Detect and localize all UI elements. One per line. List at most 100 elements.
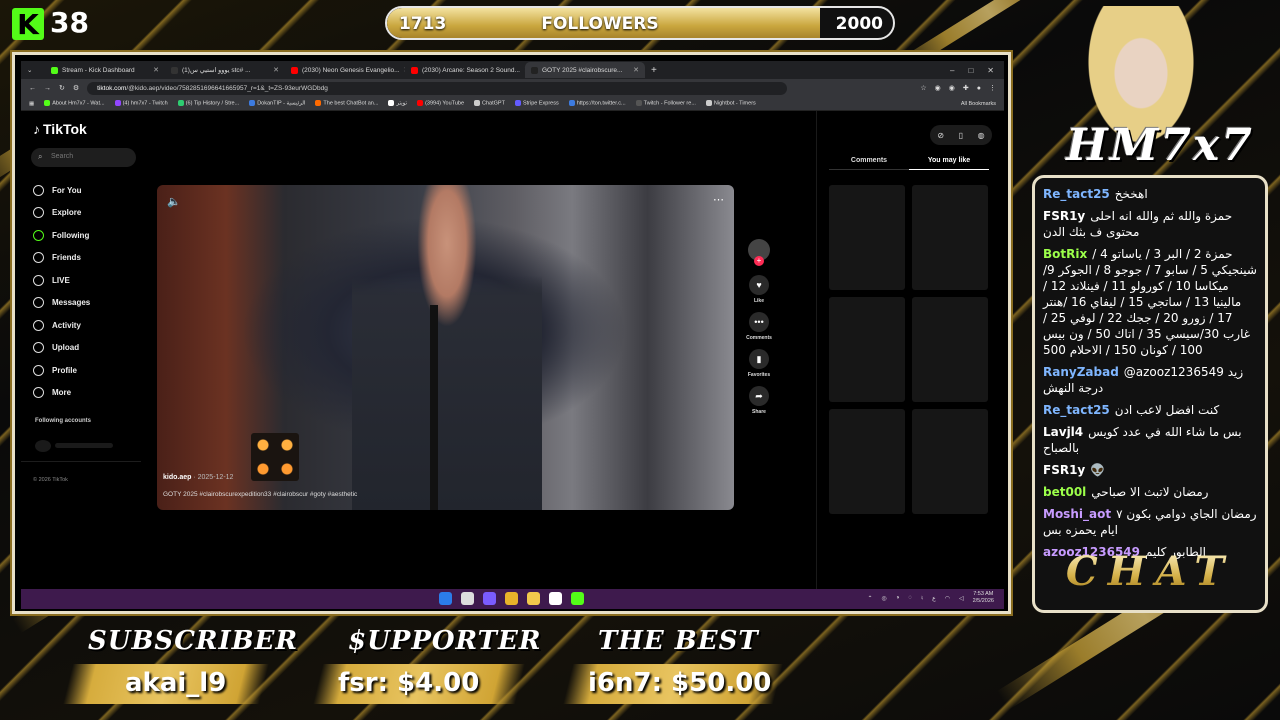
browser-tab[interactable]: (1)يووو استيي س stc# ... ✕ <box>165 62 285 78</box>
apps-grid-icon[interactable]: ▦ <box>29 101 34 107</box>
taskbar-app-icon[interactable] <box>571 592 584 605</box>
bookmark-star-icon[interactable]: ☆ <box>920 84 926 92</box>
url-path: /@kido.aep/video/7582851696641665957_r=1… <box>126 84 328 92</box>
creator-avatar[interactable]: + <box>748 239 770 266</box>
sidebar-item-activity[interactable]: Activity <box>33 314 143 337</box>
favorites-button[interactable]: ▮ Favorites <box>746 349 772 378</box>
bookmark-item[interactable]: The best ChatBot an... <box>315 100 378 107</box>
action-label: Favorites <box>747 372 771 378</box>
bookmark-label: Nightbot - Timers <box>713 100 756 107</box>
taskbar-app-icon[interactable] <box>483 592 496 605</box>
windows-taskbar: ⌃ ◎ ◑ ◌ ♮ ع ◠ ◁ 7:53 AM 2/5/2026 <box>21 589 1004 609</box>
bookmark-item[interactable]: About Hm7x7 - Wat... <box>44 100 105 107</box>
clock[interactable]: 7:53 AM 2/5/2026 <box>973 591 994 605</box>
wifi-icon[interactable]: ◠ <box>945 595 950 602</box>
all-bookmarks[interactable]: All Bookmarks <box>961 101 996 107</box>
share-button[interactable]: ➦ Share <box>746 386 772 415</box>
sidebar-item-messages[interactable]: Messages <box>33 292 143 315</box>
like-button[interactable]: ♥ Like <box>746 275 772 304</box>
taskbar-app-icon[interactable] <box>505 592 518 605</box>
maximize-button[interactable]: □ <box>968 66 973 75</box>
sidebar-item-more[interactable]: More <box>33 382 143 405</box>
taskbar-app-icon[interactable] <box>439 592 452 605</box>
supporter-label: $UPPORTER <box>348 626 542 656</box>
bookmark-label: https://ton.twitter.c... <box>576 100 626 107</box>
bookmark-item[interactable]: Stripe Express <box>514 100 559 107</box>
bookmark-item[interactable]: (6) Tip History / Stre... <box>177 100 239 107</box>
url-field[interactable]: tiktok.com/@kido.aep/video/7582851696641… <box>87 81 788 95</box>
coins-icon[interactable]: ⊘ <box>937 131 944 140</box>
tray-app-icon[interactable]: ◎ <box>882 595 887 602</box>
sidebar-item-profile[interactable]: Profile <box>33 359 143 382</box>
tab-close-icon[interactable]: ✕ <box>273 66 279 74</box>
bookmark-item[interactable]: تويتر <box>388 100 407 107</box>
new-tab-button[interactable]: + <box>645 62 663 78</box>
suggested-video-placeholder[interactable] <box>912 297 988 402</box>
search-input[interactable]: ⌕ Search <box>31 148 136 167</box>
volume-icon[interactable]: 🔈 <box>167 195 181 208</box>
bookmark-item[interactable]: (4) hm7x7 - Twitch <box>114 100 168 107</box>
suggested-video-placeholder[interactable] <box>829 409 905 514</box>
browser-tab[interactable]: (2030) Neon Genesis Evangelio...✕ <box>285 62 405 78</box>
sidebar-item-upload[interactable]: Upload <box>33 337 143 360</box>
browser-tab[interactable]: Stream - Kick Dashboard ✕ <box>45 62 165 78</box>
sidebar-item-label: Profile <box>52 365 77 375</box>
tab-you-may-like[interactable]: You may like <box>909 157 989 170</box>
back-icon[interactable]: ← <box>29 85 36 92</box>
taskbar-app-icon[interactable] <box>461 592 474 605</box>
suggested-video-placeholder[interactable] <box>912 185 988 290</box>
keyboard-language[interactable]: ع <box>932 595 936 602</box>
device-icon[interactable]: ▯ <box>959 131 963 140</box>
search-placeholder: Search <box>51 153 74 160</box>
profile-avatar-icon[interactable]: ● <box>977 85 981 92</box>
bookmark-item[interactable]: Twitch - Follower re... <box>635 100 696 107</box>
sidebar-item-friends[interactable]: Friends <box>33 247 143 270</box>
chat-message: bet00l رمضان لاتبث الا صباحي <box>1043 484 1257 500</box>
suggested-video-placeholder[interactable] <box>829 185 905 290</box>
extensions-puzzle-icon[interactable]: ✚ <box>963 84 969 92</box>
close-window-button[interactable]: ✕ <box>987 66 994 75</box>
tiktok-logo[interactable]: ♪ TikTok <box>33 121 87 137</box>
menu-dots-icon[interactable]: ⋮ <box>989 84 996 92</box>
tray-app-icon[interactable]: ◌ <box>908 595 912 601</box>
browser-tab[interactable]: (2030) Arcane: Season 2 Sound...✕ <box>405 62 525 78</box>
taskbar-app-icon[interactable] <box>527 592 540 605</box>
forward-icon[interactable]: → <box>44 85 51 92</box>
tab-label: (1)يووو استيي س stc# ... <box>182 67 251 74</box>
bookmark-item[interactable]: DokanTIP - الرئيسية <box>249 100 305 107</box>
video-player[interactable]: 🔈 ⋯ kido.aep · 2025-12-12 GOTY 2025 #cla… <box>157 185 734 510</box>
more-options-icon[interactable]: ⋯ <box>713 193 724 206</box>
comments-button[interactable]: ••• Comments <box>746 312 772 341</box>
browser-tab[interactable]: GOTY 2025 #clairobscure... ✕ <box>525 62 645 78</box>
bookmark-label: (3994) YouTube <box>425 100 465 107</box>
tab-close-icon[interactable]: ✕ <box>153 66 159 74</box>
bookmark-item[interactable]: (3994) YouTube <box>417 100 465 107</box>
suggested-video-placeholder[interactable] <box>829 297 905 402</box>
volume-icon[interactable]: ◁ <box>959 595 964 602</box>
user-avatar-icon[interactable]: ◍ <box>978 131 985 140</box>
bookmark-item[interactable]: https://ton.twitter.c... <box>568 100 626 107</box>
sidebar-item-live[interactable]: LIVE <box>33 269 143 292</box>
video-author[interactable]: kido.aep · 2025-12-12 <box>163 474 233 481</box>
extension-icon[interactable]: ◉ <box>935 84 941 92</box>
tab-close-icon[interactable]: ✕ <box>633 66 639 74</box>
extension-icon[interactable]: ◉ <box>949 84 955 92</box>
tray-chevron-icon[interactable]: ⌃ <box>867 595 872 602</box>
microphone-icon[interactable]: ♮ <box>921 595 923 602</box>
suggested-video-placeholder[interactable] <box>912 409 988 514</box>
sidebar-item-following[interactable]: Following <box>33 224 143 247</box>
bookmark-item[interactable]: Nightbot - Timers <box>705 100 756 107</box>
activity-icon <box>33 319 44 331</box>
sidebar-item-for-you[interactable]: For You <box>33 179 143 202</box>
bookmark-item[interactable]: ChatGPT <box>474 100 505 107</box>
reload-icon[interactable]: ↻ <box>59 84 65 92</box>
chat-text: 👽 <box>1090 463 1106 477</box>
sidebar-item-explore[interactable]: Explore <box>33 202 143 225</box>
minimize-button[interactable]: – <box>950 66 954 75</box>
taskbar-app-icon[interactable] <box>549 592 562 605</box>
tray-app-icon[interactable]: ◑ <box>896 595 900 601</box>
tab-comments[interactable]: Comments <box>829 157 909 170</box>
follow-plus-icon[interactable]: + <box>754 256 764 266</box>
site-info-icon[interactable]: ⚙ <box>73 84 79 92</box>
tab-search-icon[interactable]: ⌄ <box>21 62 45 78</box>
